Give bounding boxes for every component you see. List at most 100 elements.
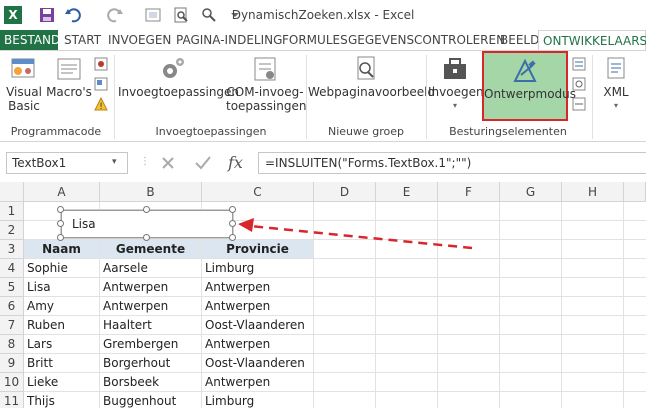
table-cell[interactable]: Oost-Vlaanderen <box>202 354 314 373</box>
insert-function-button[interactable]: fx <box>228 153 243 172</box>
enter-icon[interactable] <box>194 155 212 171</box>
row-header[interactable]: 8 <box>0 335 24 354</box>
table-cell[interactable]: Ruben <box>24 316 100 335</box>
macro-security-icon[interactable]: ! <box>94 97 108 111</box>
dropdown-caret-icon: ▾ <box>452 101 457 110</box>
table-cell[interactable]: Antwerpen <box>202 297 314 316</box>
table-cell[interactable]: Lieke <box>24 373 100 392</box>
view-code-icon[interactable] <box>572 77 586 91</box>
column-header[interactable]: D <box>314 182 376 202</box>
table-header-cell[interactable]: Gemeente <box>100 240 202 259</box>
xml-icon <box>607 57 625 79</box>
spreadsheet-grid: A B C D E F G H 1 2 3 4 5 6 7 8 9 10 11 … <box>0 182 646 408</box>
group-addins-label: Invoegtoepassingen <box>155 125 267 138</box>
column-header[interactable]: A <box>24 182 100 202</box>
table-cell[interactable]: Amy <box>24 297 100 316</box>
group-separator <box>114 55 115 139</box>
table-cell[interactable]: Antwerpen <box>202 278 314 297</box>
dropdown-caret-icon: ▾ <box>613 101 618 110</box>
column-header[interactable]: C <box>202 182 314 202</box>
empty-cells-area[interactable] <box>314 240 646 408</box>
table-cell[interactable]: Borgerhout <box>100 354 202 373</box>
table-cell[interactable]: Haaltert <box>100 316 202 335</box>
group-new-label: Nieuwe groep <box>327 125 405 138</box>
design-mode-label: Ontwerpmodus <box>484 87 577 101</box>
resize-handle[interactable] <box>57 220 64 227</box>
row-header[interactable]: 1 <box>0 202 24 221</box>
table-cell[interactable]: Lisa <box>24 278 100 297</box>
table-cell[interactable]: Buggenhout <box>100 392 202 408</box>
row-header[interactable]: 5 <box>0 278 24 297</box>
tab-view[interactable]: BEELD <box>496 30 543 50</box>
window-title: DynamischZoeken.xlsx - Excel <box>231 8 415 22</box>
annotation-arrow-icon <box>238 218 473 250</box>
com-addins-button[interactable]: COM-invoeg-toepassingen <box>226 55 306 113</box>
row-header[interactable]: 11 <box>0 392 24 408</box>
web-preview-button[interactable]: Webpaginavoorbeeld <box>308 55 435 99</box>
table-cell[interactable]: Thijs <box>24 392 100 408</box>
tab-formulas[interactable]: FORMULES <box>278 30 352 50</box>
relative-references-icon[interactable] <box>94 77 108 91</box>
table-cell[interactable]: Antwerpen <box>202 335 314 354</box>
tab-developer[interactable]: ONTWIKKELAARS <box>538 30 646 50</box>
row-header[interactable]: 6 <box>0 297 24 316</box>
com-addins-icon <box>254 57 276 81</box>
table-cell[interactable]: Grembergen <box>100 335 202 354</box>
table-cell[interactable]: Antwerpen <box>100 278 202 297</box>
row-header[interactable]: 2 <box>0 221 24 240</box>
xml-button[interactable]: XML ▾ <box>596 55 636 113</box>
cancel-icon[interactable] <box>160 155 176 171</box>
table-cell[interactable]: Oost-Vlaanderen <box>202 316 314 335</box>
column-header[interactable]: F <box>438 182 500 202</box>
name-box[interactable]: TextBox1 <box>6 152 128 174</box>
resize-handle[interactable] <box>57 206 64 213</box>
group-code-label: Programmacode <box>10 125 102 138</box>
row-header[interactable]: 4 <box>0 259 24 278</box>
row-header[interactable]: 9 <box>0 354 24 373</box>
column-header-partial <box>624 182 646 202</box>
record-macro-icon[interactable] <box>94 57 108 71</box>
insert-controls-button[interactable]: Invoegen ▾ <box>428 55 484 113</box>
table-cell[interactable]: Antwerpen <box>202 373 314 392</box>
addins-button[interactable]: Invoegtoepassingen <box>118 55 239 99</box>
resize-handle[interactable] <box>57 234 64 241</box>
toolbox-icon <box>444 58 466 79</box>
name-box-dropdown-icon[interactable]: ▾ <box>112 157 117 167</box>
resize-handle[interactable] <box>143 234 150 241</box>
column-header[interactable]: H <box>562 182 624 202</box>
macros-label: Macro's <box>46 85 92 99</box>
title-bar: X DynamischZoeken.xlsx - Excel <box>0 0 646 30</box>
table-cell[interactable]: Borsbeek <box>100 373 202 392</box>
tab-home[interactable]: START <box>60 30 105 50</box>
group-separator <box>426 55 427 139</box>
column-header[interactable]: E <box>376 182 438 202</box>
tab-data[interactable]: GEGEVENS <box>344 30 418 50</box>
tab-page-layout[interactable]: PAGINA-INDELING <box>172 30 286 50</box>
gear-icon <box>163 58 184 78</box>
column-header[interactable]: B <box>100 182 202 202</box>
ribbon: Visual Basic Macro's ! Programmacode Inv… <box>0 50 646 142</box>
design-mode-button[interactable]: Ontwerpmodus <box>482 51 577 121</box>
column-header[interactable]: G <box>500 182 562 202</box>
run-dialog-icon[interactable] <box>572 97 586 111</box>
svg-text:!: ! <box>99 102 103 111</box>
visual-basic-button[interactable]: Visual Basic <box>2 55 46 113</box>
table-cell[interactable]: Limburg <box>202 392 314 408</box>
table-header-cell[interactable]: Naam <box>24 240 100 259</box>
table-cell[interactable]: Britt <box>24 354 100 373</box>
row-header[interactable]: 10 <box>0 373 24 392</box>
select-all-corner[interactable] <box>0 182 24 202</box>
table-cell[interactable]: Sophie <box>24 259 100 278</box>
row-header[interactable]: 7 <box>0 316 24 335</box>
formula-input[interactable]: =INSLUITEN("Forms.TextBox.1";"") <box>258 152 646 174</box>
row-header[interactable]: 3 <box>0 240 24 259</box>
tab-insert[interactable]: INVOEGEN <box>104 30 175 50</box>
tab-review[interactable]: CONTROLEREN <box>410 30 509 50</box>
properties-icon[interactable] <box>572 57 586 71</box>
tab-file[interactable]: BESTAND <box>0 30 60 50</box>
table-cell[interactable]: Antwerpen <box>100 297 202 316</box>
table-cell[interactable]: Lars <box>24 335 100 354</box>
table-cell[interactable]: Aarsele <box>100 259 202 278</box>
macros-button[interactable]: Macro's <box>46 55 92 99</box>
resize-handle[interactable] <box>143 206 150 213</box>
